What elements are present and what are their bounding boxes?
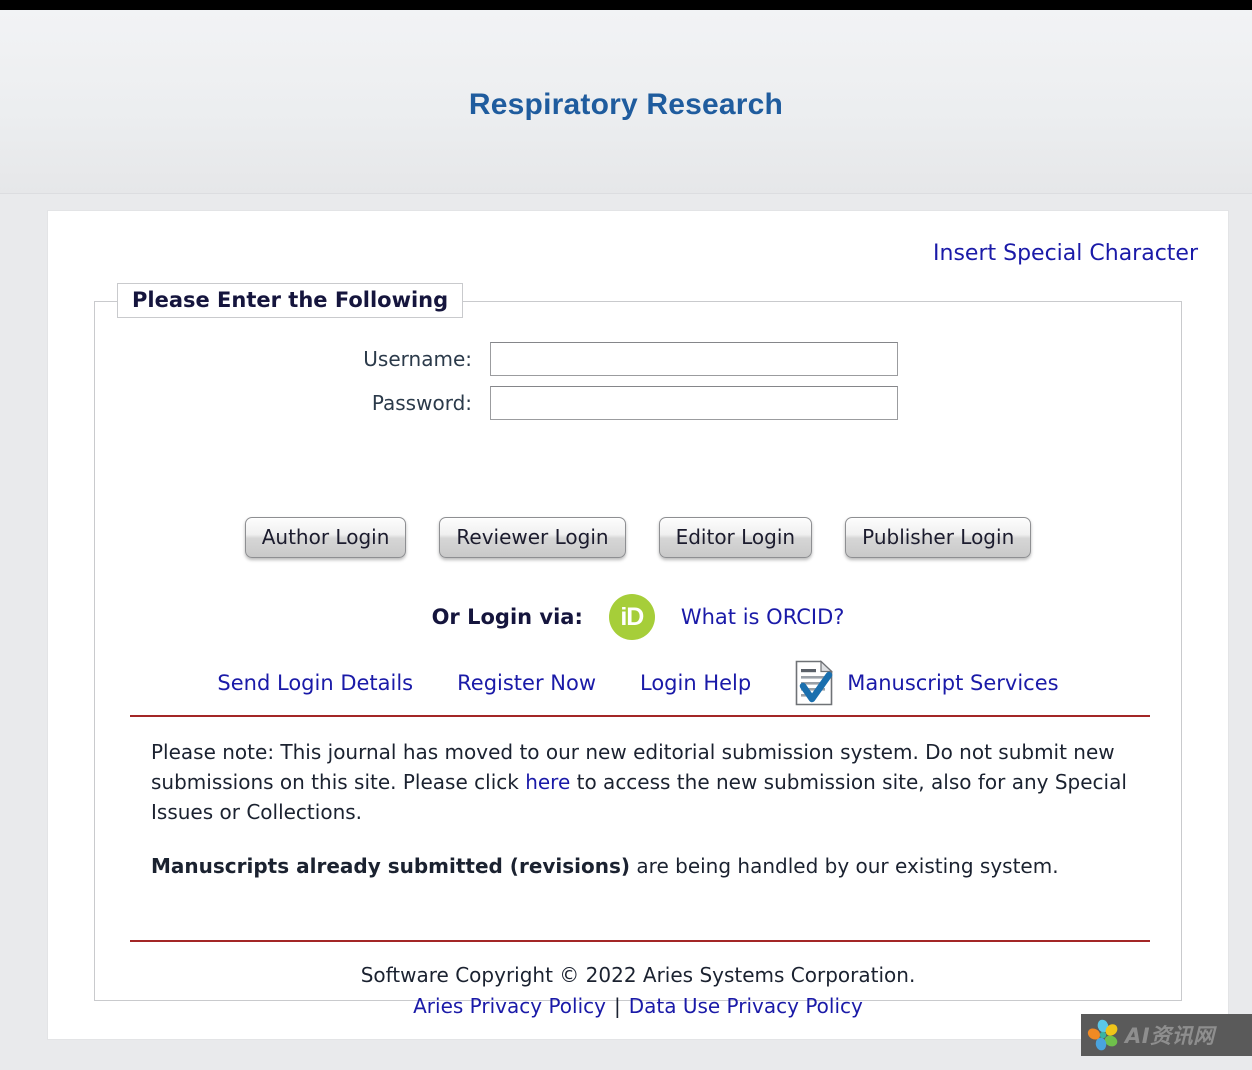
what-is-orcid-link[interactable]: What is ORCID? [681, 605, 845, 629]
insert-special-character-link[interactable]: Insert Special Character [933, 241, 1198, 266]
login-help-link[interactable]: Login Help [640, 671, 751, 695]
page-title: Respiratory Research [468, 88, 784, 121]
login-fieldset: Please Enter the Following Username: Pas… [94, 283, 1182, 1018]
password-row: Password: [95, 386, 1181, 420]
password-label: Password: [371, 391, 472, 415]
register-now-link[interactable]: Register Now [457, 671, 596, 695]
notes-divider-bottom [130, 940, 1150, 942]
journal-header-band: Respiratory Research [0, 10, 1252, 194]
orcid-prompt-label: Or Login via: [431, 605, 583, 629]
reviewer-login-button[interactable]: Reviewer Login [439, 517, 626, 558]
notice-rest-text: are being handled by our existing system… [630, 854, 1059, 878]
journal-notice: Please note: This journal has moved to o… [151, 737, 1131, 881]
username-label: Username: [363, 347, 472, 371]
username-row: Username: [95, 342, 1181, 376]
footer-separator: | [613, 994, 621, 1018]
footer-links: Aries Privacy Policy | Data Use Privacy Po… [95, 991, 1181, 1022]
watermark: AI资讯网 [1081, 1014, 1252, 1056]
notice-paragraph-1: Please note: This journal has moved to o… [151, 737, 1131, 827]
manuscript-services-link[interactable]: Manuscript Services [847, 671, 1058, 695]
orcid-id-icon[interactable]: iD [608, 594, 655, 640]
notes-divider-top [130, 715, 1150, 717]
orcid-icon-label: iD [620, 602, 644, 631]
aries-privacy-policy-link[interactable]: Aries Privacy Policy [413, 994, 606, 1018]
copyright-text: Software Copyright © 2022 Aries Systems … [360, 963, 916, 987]
browser-top-bar [0, 0, 1252, 10]
manuscript-services-group: Manuscript Services [795, 660, 1059, 706]
password-input[interactable] [490, 386, 898, 420]
login-buttons-row: Author Login Reviewer Login Editor Login… [95, 517, 1181, 558]
editor-login-button[interactable]: Editor Login [658, 517, 813, 558]
notice-bold-text: Manuscripts already submitted (revisions… [151, 854, 631, 878]
login-fieldset-legend: Please Enter the Following [117, 283, 464, 318]
new-submission-site-link[interactable]: here [525, 770, 570, 794]
watermark-text: AI资讯网 [1125, 1024, 1215, 1048]
helper-links-row: Send Login Details Register Now Login He… [95, 660, 1181, 706]
credentials-form: Username: Password: [95, 342, 1181, 430]
send-login-details-link[interactable]: Send Login Details [217, 671, 413, 695]
publisher-login-button[interactable]: Publisher Login [845, 517, 1032, 558]
author-login-button[interactable]: Author Login [244, 517, 407, 558]
notice-paragraph-2: Manuscripts already submitted (revisions… [151, 851, 1131, 881]
data-use-privacy-policy-link[interactable]: Data Use Privacy Policy [629, 994, 863, 1018]
document-check-icon[interactable] [795, 660, 834, 706]
footer: Software Copyright © 2022 Aries Systems … [95, 960, 1181, 1022]
special-character-row: Insert Special Character [933, 241, 1198, 266]
login-content-panel: Insert Special Character Please Enter th… [47, 210, 1229, 1040]
orcid-login-row: Or Login via: iD What is ORCID? [95, 594, 1181, 640]
flower-logo-icon [1087, 1019, 1119, 1051]
username-input[interactable] [490, 342, 898, 376]
